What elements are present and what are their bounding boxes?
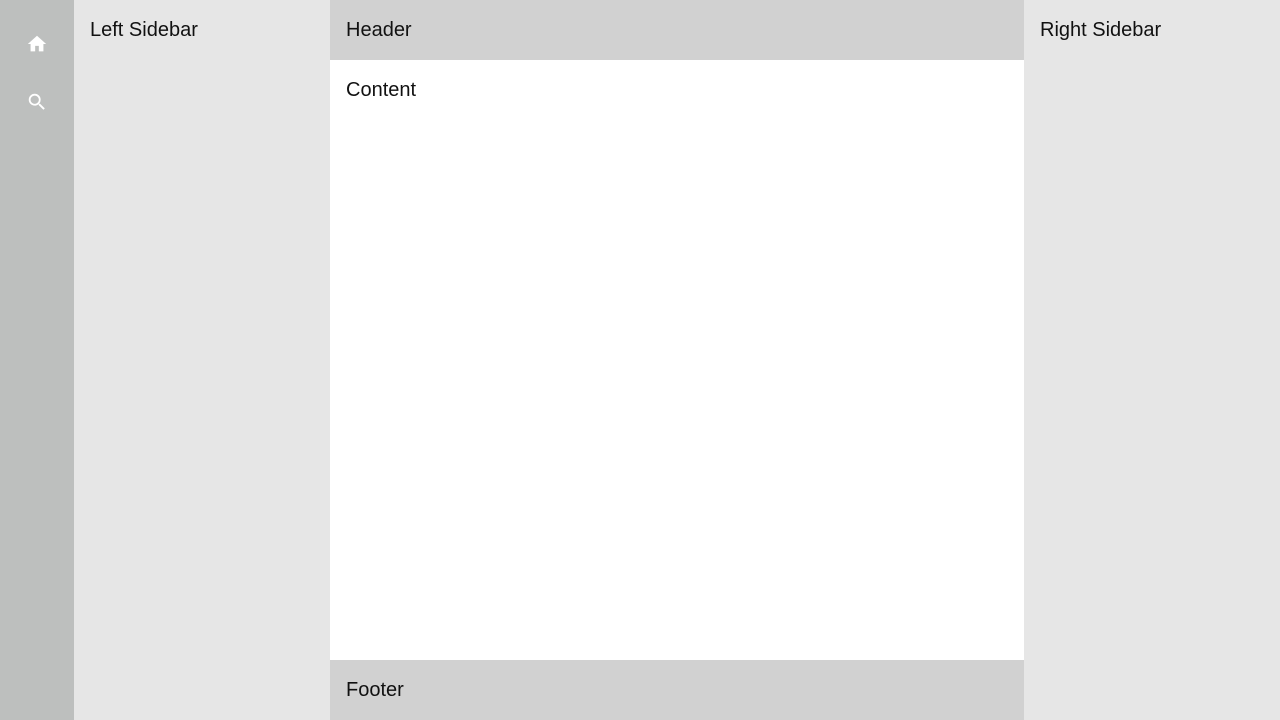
- header-title: Header: [346, 19, 412, 41]
- home-button[interactable]: [17, 24, 57, 64]
- footer: Footer: [330, 660, 1024, 720]
- home-icon: [27, 35, 47, 52]
- left-sidebar: Left Sidebar: [74, 0, 330, 720]
- content-area: Content: [330, 60, 1024, 660]
- main-column: Header Content Footer: [330, 0, 1024, 720]
- search-icon: [28, 93, 45, 110]
- icon-rail: [0, 0, 74, 720]
- header: Header: [330, 0, 1024, 60]
- search-button[interactable]: [17, 82, 57, 122]
- content-title: Content: [346, 79, 417, 101]
- right-sidebar-title: Right Sidebar: [1040, 19, 1162, 41]
- app-layout: Left Sidebar Header Content Footer Right…: [0, 0, 1280, 720]
- left-sidebar-title: Left Sidebar: [90, 19, 198, 41]
- right-sidebar: Right Sidebar: [1024, 0, 1280, 720]
- footer-title: Footer: [346, 679, 404, 701]
